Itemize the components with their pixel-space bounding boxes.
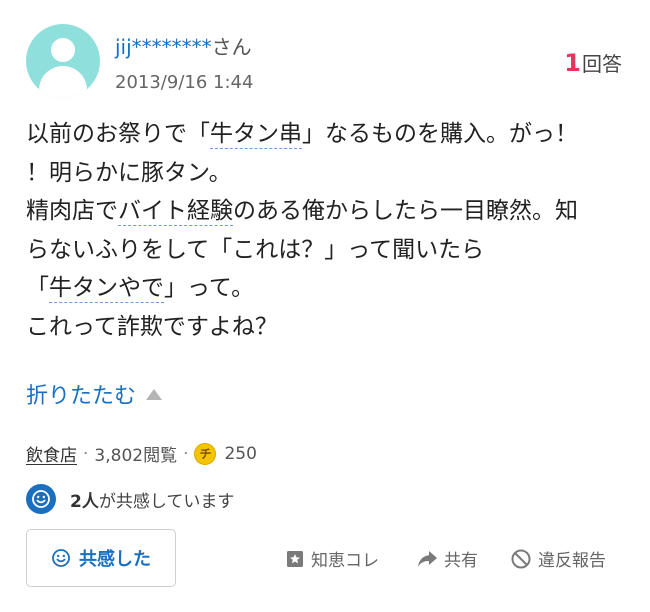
empathy-count: 2人 — [70, 491, 99, 512]
empathy-button[interactable]: 共感した — [26, 529, 176, 587]
collapse-label: 折りたたむ — [26, 384, 137, 409]
bookmark-star-icon — [287, 550, 303, 567]
answer-count[interactable]: 1回答 — [564, 48, 622, 77]
avatar-body-shape — [39, 66, 87, 98]
answer-count-label: 回答 — [582, 52, 622, 76]
report-label: 違反報告 — [538, 551, 606, 571]
chiekore-label: 知恵コレ — [311, 551, 379, 571]
report-button[interactable]: 違反報告 — [510, 546, 606, 571]
empathy-text: が共感しています — [98, 491, 235, 512]
body-line: らないふりをして「これは？」って聞いたら — [26, 236, 485, 263]
share-label: 共有 — [444, 551, 478, 571]
share-arrow-icon — [418, 550, 437, 567]
body-text: のある俺からしたら一目瞭然。知 — [233, 198, 578, 224]
coin-count: 250 — [224, 443, 257, 464]
body-line: これって詐欺ですよね？ — [26, 313, 278, 340]
share-button[interactable]: 共有 — [416, 546, 478, 571]
triangle-up-icon — [146, 388, 163, 400]
body-text: 」って。 — [164, 275, 255, 301]
keyword-link[interactable]: バイト経験 — [118, 198, 233, 226]
smile-icon — [52, 549, 70, 567]
body-text: 以前のお祭りで「 — [26, 121, 210, 147]
avatar-head-shape — [51, 38, 75, 62]
body-text: 」なるものを購入。がっ！ — [302, 121, 578, 147]
question-meta: 飲食店 · 3,802閲覧 · チ 250 — [26, 441, 257, 466]
user-name[interactable]: jij******** — [115, 35, 212, 59]
keyword-link[interactable]: 牛タン串 — [210, 121, 302, 149]
separator-dot: · — [183, 443, 189, 464]
smile-icon — [26, 484, 56, 514]
empathy-button-label: 共感した — [79, 549, 151, 570]
body-line: ！明らかに豚タン。 — [26, 159, 232, 186]
coin-icon: チ — [194, 442, 217, 465]
separator-dot: · — [83, 443, 89, 464]
collapse-toggle[interactable]: 折りたたむ — [26, 378, 163, 410]
empathy-summary: 2人 が共感しています — [26, 484, 234, 514]
body-text: 精肉店で — [26, 198, 118, 224]
body-line: 以前のお祭りで「牛タン串」なるものを購入。がっ！ — [26, 115, 626, 154]
user-honorific: さん — [211, 35, 252, 59]
category-link[interactable]: 飲食店 — [26, 441, 77, 466]
body-text: 「 — [26, 275, 49, 301]
keyword-link[interactable]: 牛タンやで — [49, 275, 164, 303]
question-body: 以前のお祭りで「牛タン串」なるものを購入。がっ！ ！明らかに豚タン。 精肉店でバ… — [26, 115, 626, 346]
user-name-link[interactable]: jij********さん — [115, 31, 252, 60]
answer-count-number: 1 — [564, 49, 581, 77]
user-avatar[interactable] — [26, 24, 100, 98]
body-line: 「牛タンやで」って。 — [26, 269, 626, 308]
chiekore-button[interactable]: 知恵コレ — [285, 546, 379, 571]
prohibited-icon — [511, 549, 531, 568]
post-date: 2013/9/16 1:44 — [115, 72, 254, 93]
view-count: 3,802閲覧 — [94, 446, 178, 466]
body-line: 精肉店でバイト経験のある俺からしたら一目瞭然。知 — [26, 192, 626, 231]
